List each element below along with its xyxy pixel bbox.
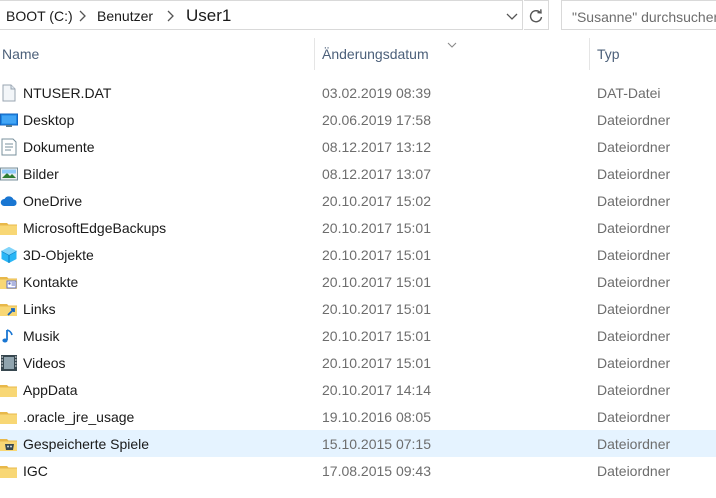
file-name: NTUSER.DAT (23, 85, 112, 101)
table-row[interactable]: .oracle_jre_usage 19.10.2016 08:05 Dateior… (0, 403, 716, 430)
table-row[interactable]: MicrosoftEdgeBackups 20.10.2017 15:01 Date… (0, 214, 716, 241)
file-type: Dateiordner (597, 247, 671, 263)
file-date: 20.10.2017 15:01 (322, 274, 431, 290)
refresh-icon (529, 9, 543, 23)
file-date: 08.12.2017 13:12 (322, 139, 431, 155)
table-row[interactable]: Bilder 08.12.2017 13:07 Dateiordner (0, 160, 716, 187)
file-date: 03.02.2019 08:39 (322, 85, 431, 101)
file-date: 20.10.2017 15:01 (322, 220, 431, 236)
file-name: Bilder (23, 166, 59, 182)
file-type: Dateiordner (597, 193, 671, 209)
file-type: Dateiordner (597, 274, 671, 290)
3d-objects-icon (0, 246, 18, 264)
file-name: IGC (23, 463, 48, 479)
file-name: OneDrive (23, 193, 83, 209)
file-date: 20.10.2017 15:01 (322, 301, 431, 317)
file-date: 20.10.2017 15:01 (322, 328, 431, 344)
column-header-name[interactable]: Name (2, 46, 39, 62)
table-row[interactable]: AppData 20.10.2017 14:14 Dateiordner (0, 376, 716, 403)
refresh-button[interactable] (524, 0, 549, 30)
file-name: .oracle_jre_usage (23, 409, 135, 425)
file-name: Gespeicherte Spiele (23, 436, 150, 452)
chevron-right-icon[interactable] (164, 9, 176, 23)
column-divider[interactable] (314, 38, 315, 70)
table-row[interactable]: Desktop 20.06.2019 17:58 Dateiordner (0, 106, 716, 133)
file-type: Dateiordner (597, 139, 671, 155)
table-row[interactable]: Musik 20.10.2017 15:01 Dateiordner (0, 322, 716, 349)
file-date: 20.10.2017 14:14 (322, 382, 431, 398)
file-type: Dateiordner (597, 112, 671, 128)
file-date: 08.12.2017 13:07 (322, 166, 431, 182)
file-name: Dokumente (23, 139, 95, 155)
file-name: MicrosoftEdgeBackups (23, 220, 167, 236)
file-type: Dateiordner (597, 166, 671, 182)
file-date: 19.10.2016 08:05 (322, 409, 431, 425)
file-date: 20.10.2017 15:01 (322, 355, 431, 371)
breadcrumb-drive[interactable]: BOOT (C:) (6, 8, 73, 24)
pictures-folder-icon (0, 165, 18, 183)
file-date: 20.06.2019 17:58 (322, 112, 431, 128)
file-name: Desktop (23, 112, 75, 128)
column-header-type[interactable]: Typ (597, 46, 620, 62)
folder-icon (0, 381, 18, 399)
videos-folder-icon (0, 354, 18, 372)
table-row[interactable]: Dokumente 08.12.2017 13:12 Dateiordner (0, 133, 716, 160)
file-type: Dateiordner (597, 220, 671, 236)
breadcrumb-benutzer[interactable]: Benutzer (97, 8, 153, 24)
file-type: Dateiordner (597, 409, 671, 425)
folder-icon (0, 219, 18, 237)
table-row[interactable]: NTUSER.DAT 03.02.2019 08:39 DAT-Datei (0, 79, 716, 106)
table-row[interactable]: Videos 20.10.2017 15:01 Dateiordner (0, 349, 716, 376)
documents-folder-icon (0, 138, 18, 156)
table-row[interactable]: 3D-Objekte 20.10.2017 15:01 Dateiordner (0, 241, 716, 268)
chevron-down-icon[interactable] (504, 10, 520, 22)
folder-icon (0, 462, 18, 480)
file-name: AppData (23, 382, 78, 398)
music-icon (0, 327, 18, 345)
column-header-date[interactable]: Änderungsdatum (322, 46, 429, 62)
table-row[interactable]: Gespeicherte Spiele 15.10.2015 07:15 Datei… (0, 430, 716, 457)
search-input[interactable]: "Susanne" durchsuchen (561, 0, 716, 30)
sort-indicator-icon (447, 36, 457, 48)
file-type: Dateiordner (597, 328, 671, 344)
file-name: 3D-Objekte (23, 247, 94, 263)
file-name: Videos (23, 355, 66, 371)
saved-games-folder-icon (0, 435, 18, 453)
table-row[interactable]: Kontakte 20.10.2017 15:01 Dateiordner (0, 268, 716, 295)
file-name: Musik (23, 328, 60, 344)
file-type: Dateiordner (597, 436, 671, 452)
column-divider[interactable] (589, 38, 590, 70)
file-type: Dateiordner (597, 301, 671, 317)
table-row[interactable]: IGC 17.08.2015 09:43 Dateiordner (0, 457, 716, 484)
file-date: 20.10.2017 15:01 (322, 247, 431, 263)
contacts-folder-icon (0, 273, 18, 291)
desktop-folder-icon (0, 111, 18, 129)
file-type: Dateiordner (597, 463, 671, 479)
file-icon (0, 84, 18, 102)
table-row[interactable]: OneDrive 20.10.2017 15:02 Dateiordner (0, 187, 716, 214)
folder-icon (0, 408, 18, 426)
file-date: 20.10.2017 15:02 (322, 193, 431, 209)
chevron-right-icon[interactable] (76, 9, 88, 23)
file-type: Dateiordner (597, 355, 671, 371)
table-row[interactable]: Links 20.10.2017 15:01 Dateiordner (0, 295, 716, 322)
address-bar[interactable]: BOOT (C:) Benutzer User1 (0, 0, 523, 30)
onedrive-icon (0, 192, 18, 210)
file-type: Dateiordner (597, 382, 671, 398)
links-folder-icon (0, 300, 18, 318)
file-date: 17.08.2015 09:43 (322, 463, 431, 479)
search-placeholder: "Susanne" durchsuchen (572, 9, 716, 25)
file-name: Kontakte (23, 274, 79, 290)
breadcrumb-user1[interactable]: User1 (186, 6, 231, 26)
file-type: DAT-Datei (597, 85, 661, 101)
file-date: 15.10.2015 07:15 (322, 436, 431, 452)
file-name: Links (23, 301, 56, 317)
